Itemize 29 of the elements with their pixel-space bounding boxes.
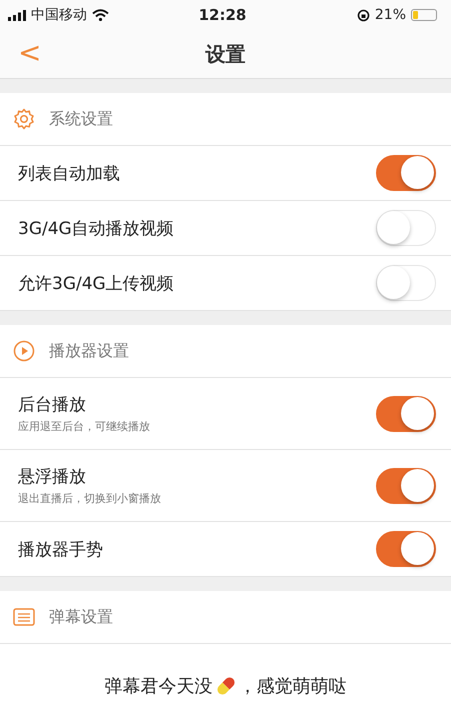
- setting-label: 播放器手势: [18, 538, 103, 560]
- setting-label: 后台播放: [18, 394, 87, 416]
- page-title: 设置: [206, 40, 246, 68]
- gear-icon: [13, 108, 35, 130]
- battery-icon: [411, 9, 437, 21]
- setting-description: 退出直播后，切换到小窗播放: [18, 491, 161, 506]
- back-button[interactable]: <: [12, 36, 48, 69]
- play-icon: [13, 340, 35, 362]
- toggle-switch[interactable]: [376, 396, 436, 432]
- status-time: 12:28: [198, 6, 246, 24]
- section-title: 系统设置: [49, 108, 113, 130]
- wifi-icon: [92, 9, 109, 21]
- battery-percent: 21%: [374, 7, 406, 23]
- setting-label: 列表自动加载: [18, 162, 120, 184]
- list-icon: [13, 608, 35, 626]
- section-title: 弹幕设置: [49, 606, 113, 628]
- rotation-lock-icon: [356, 8, 370, 22]
- toggle-switch[interactable]: [376, 531, 436, 567]
- setting-label: 悬浮播放: [18, 466, 87, 488]
- message-text: ，感觉萌萌哒: [238, 675, 346, 698]
- section-title: 播放器设置: [49, 340, 129, 362]
- setting-description: 应用退至后台，可继续播放: [18, 419, 150, 434]
- toggle-switch[interactable]: [376, 155, 436, 191]
- toggle-switch[interactable]: [376, 468, 436, 504]
- setting-label: 允许3G/4G上传视频: [18, 272, 174, 294]
- message-text: 弹幕君今天没: [104, 675, 212, 698]
- setting-label: 3G/4G自动播放视频: [18, 218, 174, 240]
- signal-icon: [8, 10, 26, 20]
- carrier-name: 中国移动: [31, 6, 87, 24]
